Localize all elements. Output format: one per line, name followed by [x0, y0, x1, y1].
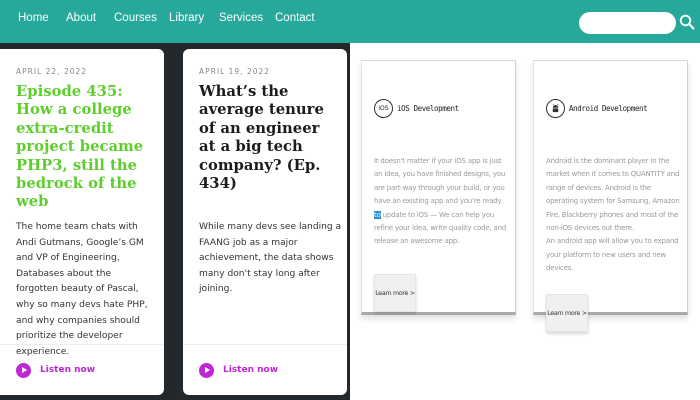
ios-icon-label: iOS	[378, 105, 389, 112]
post-card: APRIL 19, 2022 What’s the average tenure…	[183, 49, 347, 395]
desc-text-extra: An android app will allow you to expand …	[546, 237, 679, 273]
android-robot-icon	[552, 103, 559, 113]
courses-section: iOS iOS Development It doesn't matter if…	[350, 43, 700, 400]
course-card-ios: iOS iOS Development It doesn't matter if…	[361, 60, 516, 315]
search-input[interactable]	[579, 12, 676, 34]
nav-library[interactable]: Library	[169, 12, 204, 24]
listen-now-label: Listen now	[40, 365, 96, 375]
post-date: APRIL 22, 2022	[16, 67, 88, 76]
play-icon	[199, 362, 214, 378]
post-date: APRIL 19, 2022	[199, 67, 271, 76]
listen-now-label: Listen now	[223, 365, 279, 375]
course-title: Android Development	[569, 104, 648, 113]
listen-now-button[interactable]: Listen now	[16, 362, 95, 378]
learn-more-button[interactable]: Learn more >	[374, 274, 416, 312]
course-description: Android is the dominant player in the ma…	[546, 155, 681, 276]
nav-courses[interactable]: Courses	[114, 12, 157, 24]
post-title[interactable]: What’s the average tenure of an engineer…	[199, 83, 339, 193]
play-icon	[16, 362, 31, 378]
android-icon	[546, 99, 565, 118]
desc-text: Android is the dominant player in the ma…	[546, 157, 680, 233]
desc-text: update to iOS — We can help you refine y…	[374, 210, 507, 246]
desc-text: It doesn't matter if your iOS app is jus…	[374, 157, 506, 206]
course-title: iOS Development	[397, 104, 459, 113]
top-navbar: Home About Courses Library Services Cont…	[0, 0, 700, 43]
ios-icon: iOS	[374, 99, 393, 118]
post-excerpt: While many devs see landing a FAANG job …	[199, 222, 342, 295]
post-card: APRIL 22, 2022 Episode 435: How a colleg…	[0, 49, 164, 395]
learn-more-button[interactable]: Learn more >	[546, 294, 588, 332]
post-title[interactable]: Episode 435: How a college extra-credit …	[16, 83, 156, 212]
nav-home[interactable]: Home	[18, 12, 49, 24]
divider	[183, 344, 347, 345]
divider	[0, 344, 164, 345]
post-excerpt: The home team chats with Andi Gutmans, G…	[16, 222, 148, 357]
nav-services[interactable]: Services	[219, 12, 263, 24]
selected-text: to	[374, 210, 381, 219]
nav-contact[interactable]: Contact	[275, 12, 315, 24]
search-icon[interactable]	[679, 14, 695, 30]
nav-about[interactable]: About	[66, 12, 96, 24]
course-description: It doesn't matter if your iOS app is jus…	[374, 155, 509, 249]
course-card-android: Android Development Android is the domin…	[533, 60, 688, 332]
listen-now-button[interactable]: Listen now	[199, 362, 278, 378]
